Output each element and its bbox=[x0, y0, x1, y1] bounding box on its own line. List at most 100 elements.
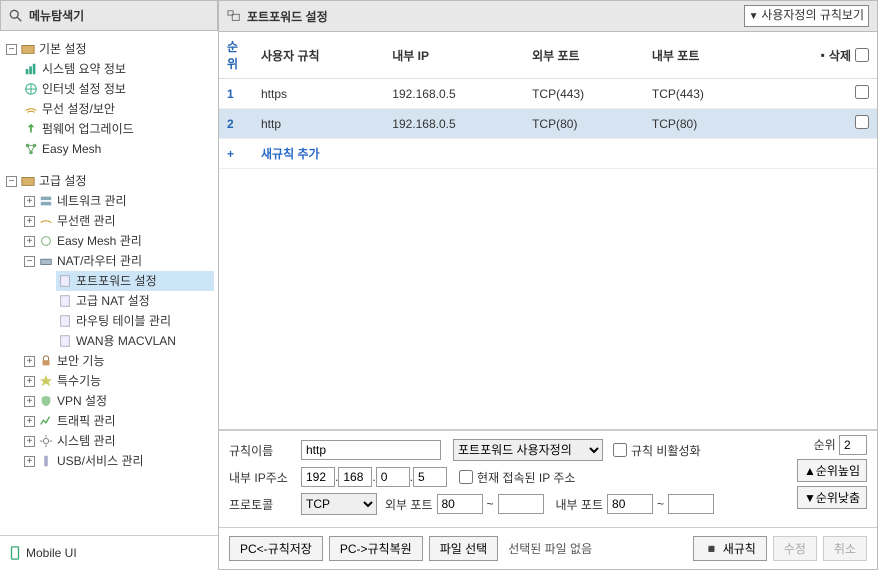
page-icon bbox=[58, 294, 72, 308]
lock-icon bbox=[39, 354, 53, 368]
tree-node-network[interactable]: +네트워크 관리 bbox=[22, 191, 214, 211]
tree-node-internet[interactable]: 인터넷 설정 정보 bbox=[22, 79, 214, 99]
router-icon bbox=[39, 254, 53, 268]
tree-node-summary[interactable]: 시스템 요약 정보 bbox=[22, 59, 214, 79]
wifi-icon bbox=[39, 214, 53, 228]
rule-name-input[interactable] bbox=[301, 440, 441, 460]
new-rule-button[interactable]: ◾ 새규칙 bbox=[693, 536, 766, 561]
tree-node-easymesh[interactable]: Easy Mesh bbox=[22, 139, 214, 159]
folder-icon bbox=[21, 42, 35, 56]
tree-label: 트래픽 관리 bbox=[57, 411, 116, 431]
col-ext: 외부 포트 bbox=[524, 32, 644, 79]
file-select-button[interactable]: 파일 선택 bbox=[429, 536, 499, 561]
folder-icon bbox=[21, 174, 35, 188]
wifi-icon bbox=[24, 102, 38, 116]
ip-octet-4[interactable] bbox=[413, 467, 447, 487]
disable-rule-label: 규칙 비활성화 bbox=[631, 442, 701, 459]
edit-button[interactable]: 수정 bbox=[773, 536, 817, 561]
tree-node-nat[interactable]: −NAT/라우터 관리 bbox=[22, 251, 214, 271]
tree-node-basic[interactable]: − 기본 설정 bbox=[4, 39, 214, 59]
col-delete: ▪삭제 bbox=[764, 32, 877, 79]
tree-node-mesh-mgmt[interactable]: + Easy Mesh 관리 bbox=[22, 231, 214, 251]
tree-label: 인터넷 설정 정보 bbox=[42, 79, 126, 99]
col-order: 순위 bbox=[219, 32, 253, 79]
collapse-icon[interactable]: − bbox=[6, 44, 17, 55]
expand-icon[interactable]: + bbox=[24, 196, 35, 207]
tree-label: 기본 설정 bbox=[39, 39, 87, 59]
mesh-icon bbox=[24, 142, 38, 156]
tree-node-security[interactable]: +보안 기능 bbox=[22, 351, 214, 371]
mobile-icon bbox=[8, 546, 22, 560]
tree-node-routing[interactable]: 라우팅 테이블 관리 bbox=[56, 311, 214, 331]
save-to-pc-button[interactable]: PC<-규칙저장 bbox=[229, 536, 323, 561]
tree-label: USB/서비스 관리 bbox=[57, 451, 144, 471]
collapse-icon[interactable]: − bbox=[24, 256, 35, 267]
expand-icon[interactable]: + bbox=[24, 376, 35, 387]
table-row[interactable]: 1 https 192.168.0.5 TCP(443) TCP(443) bbox=[219, 79, 877, 109]
col-rule: 사용자 규칙 bbox=[253, 32, 384, 79]
tree-node-traffic[interactable]: + 트래픽 관리 bbox=[22, 411, 214, 431]
tree-node-usb[interactable]: + USB/서비스 관리 bbox=[22, 451, 214, 471]
disable-rule-checkbox[interactable] bbox=[613, 443, 627, 457]
tree-node-special[interactable]: +특수기능 bbox=[22, 371, 214, 391]
graph-icon bbox=[39, 414, 53, 428]
tree-label: VPN 설정 bbox=[57, 391, 107, 411]
tree-node-macvlan[interactable]: WAN용 MACVLAN bbox=[56, 331, 214, 351]
rule-type-select[interactable]: 포트포워드 사용자정의 bbox=[453, 439, 603, 461]
expand-icon[interactable]: + bbox=[24, 236, 35, 247]
current-ip-checkbox[interactable] bbox=[459, 470, 473, 484]
tree-node-wireless[interactable]: 무선 설정/보안 bbox=[22, 99, 214, 119]
tree-label: Easy Mesh 관리 bbox=[57, 231, 142, 251]
tree-node-firmware[interactable]: 펌웨어 업그레이드 bbox=[22, 119, 214, 139]
current-ip-label: 현재 접속된 IP 주소 bbox=[477, 469, 575, 486]
external-port-from[interactable] bbox=[437, 494, 483, 514]
gear-icon bbox=[39, 434, 53, 448]
row-delete-checkbox[interactable] bbox=[855, 85, 869, 99]
expand-icon[interactable]: + bbox=[24, 356, 35, 367]
expand-icon[interactable]: + bbox=[24, 416, 35, 427]
row-delete-checkbox[interactable] bbox=[855, 115, 869, 129]
file-status: 선택된 파일 없음 bbox=[508, 540, 592, 557]
cancel-button[interactable]: 취소 bbox=[823, 536, 867, 561]
restore-from-pc-button[interactable]: PC->규칙복원 bbox=[329, 536, 423, 561]
internal-port-label: 내부 포트 bbox=[556, 496, 604, 513]
expand-icon[interactable]: + bbox=[24, 396, 35, 407]
delete-all-checkbox[interactable] bbox=[855, 48, 869, 62]
internal-ip-label: 내부 IP주소 bbox=[229, 469, 301, 486]
internal-port-to[interactable] bbox=[668, 494, 714, 514]
expand-icon[interactable]: + bbox=[24, 216, 35, 227]
mobile-ui-link[interactable]: Mobile UI bbox=[0, 535, 218, 570]
tree-node-adv-nat[interactable]: 고급 NAT 설정 bbox=[56, 291, 214, 311]
protocol-select[interactable]: TCP bbox=[301, 493, 377, 515]
ip-octet-2[interactable] bbox=[338, 467, 372, 487]
tree-node-vpn[interactable]: + VPN 설정 bbox=[22, 391, 214, 411]
sidebar-header: 메뉴탐색기 bbox=[0, 0, 218, 31]
table-row[interactable]: 2 http 192.168.0.5 TCP(80) TCP(80) bbox=[219, 109, 877, 139]
view-select[interactable]: 사용자정의 규칙보기 bbox=[744, 5, 869, 27]
expand-icon[interactable]: + bbox=[24, 436, 35, 447]
collapse-icon[interactable]: − bbox=[6, 176, 17, 187]
upgrade-icon bbox=[24, 122, 38, 136]
add-rule-row[interactable]: + 새규칙 추가 bbox=[219, 139, 877, 169]
tree-node-wlan[interactable]: +무선랜 관리 bbox=[22, 211, 214, 231]
ip-octet-3[interactable] bbox=[376, 467, 410, 487]
network-icon bbox=[39, 194, 53, 208]
ip-octet-1[interactable] bbox=[301, 467, 335, 487]
window-icon bbox=[227, 9, 241, 23]
tree-node-advanced[interactable]: − 고급 설정 bbox=[4, 171, 214, 191]
mesh-icon bbox=[39, 234, 53, 248]
expand-icon[interactable]: + bbox=[24, 456, 35, 467]
tree-label: 라우팅 테이블 관리 bbox=[76, 311, 171, 331]
external-port-to[interactable] bbox=[498, 494, 544, 514]
tree-label: WAN용 MACVLAN bbox=[76, 331, 176, 351]
page-icon bbox=[58, 334, 72, 348]
order-down-button[interactable]: ▼순위낮춤 bbox=[797, 486, 867, 509]
page-icon bbox=[58, 274, 72, 288]
tree-node-system[interactable]: +시스템 관리 bbox=[22, 431, 214, 451]
internal-port-from[interactable] bbox=[607, 494, 653, 514]
order-up-button[interactable]: ▲순위높임 bbox=[797, 459, 867, 482]
order-input[interactable] bbox=[839, 435, 867, 455]
globe-icon bbox=[24, 82, 38, 96]
tree-node-portforward[interactable]: 포트포워드 설정 bbox=[56, 271, 214, 291]
page-icon bbox=[58, 314, 72, 328]
